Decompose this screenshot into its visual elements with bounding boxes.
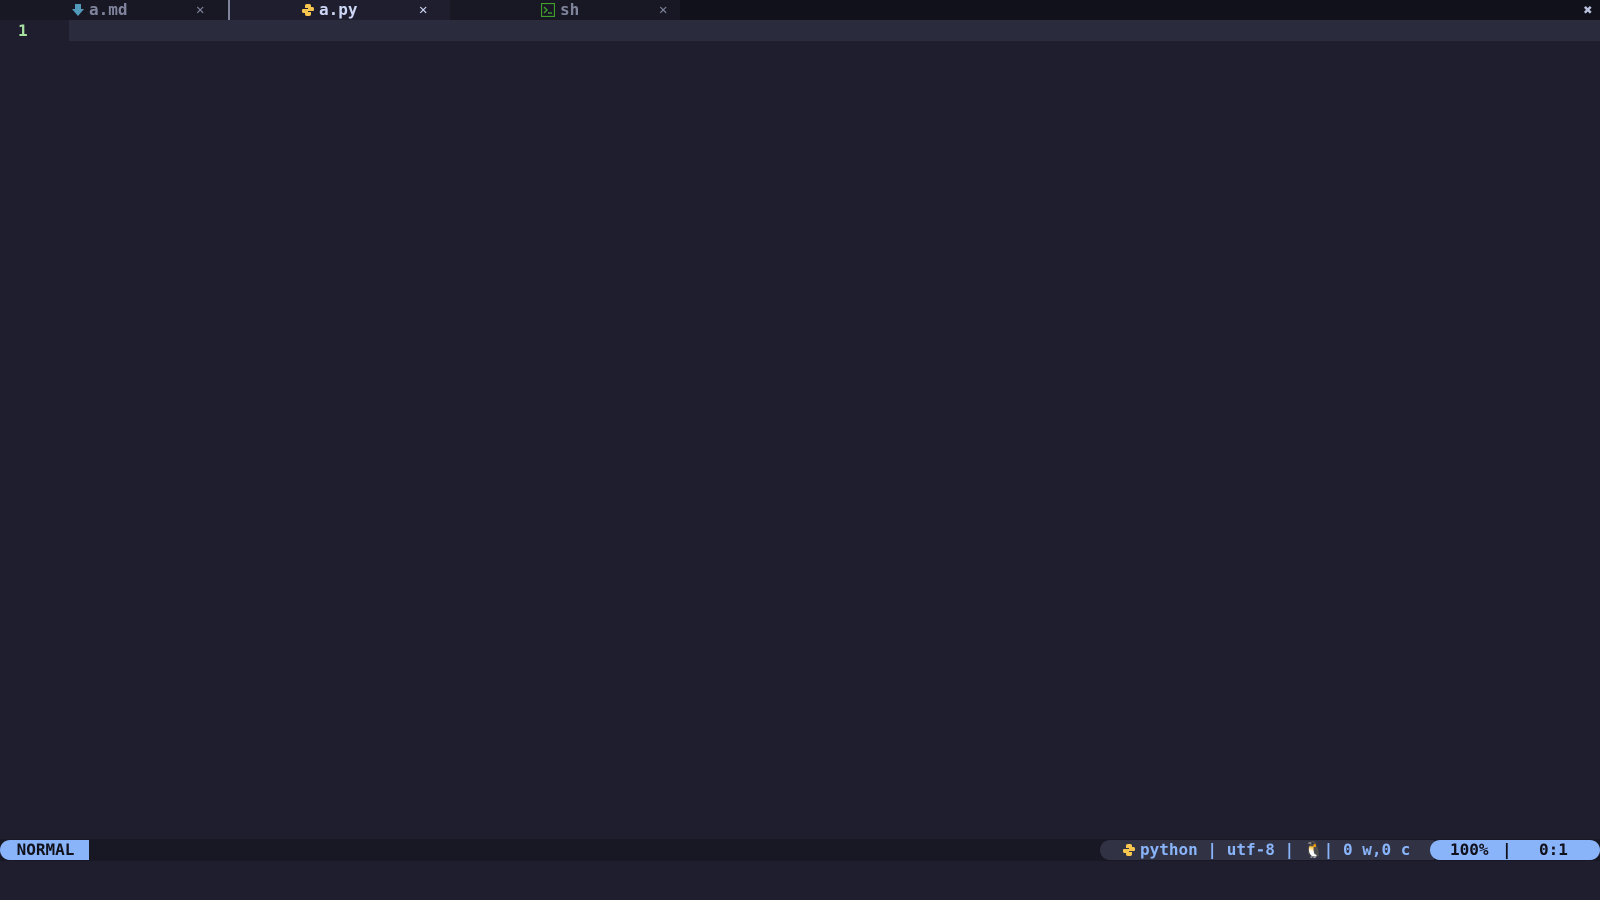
file-info-text: python | utf-8 | 🐧| 0 w,0 c: [1140, 840, 1411, 859]
tab-label: a.md: [89, 0, 128, 19]
scroll-percent: 100%: [1450, 840, 1489, 859]
close-all-tabs-button[interactable]: ✖: [1580, 0, 1596, 20]
python-icon: [302, 4, 314, 16]
statusline: NORMAL python | utf-8 | 🐧| 0 w,0 c 100% …: [0, 839, 1600, 861]
close-icon[interactable]: ✕: [659, 0, 667, 20]
tab-label: sh: [560, 0, 580, 19]
command-line[interactable]: [0, 861, 1600, 900]
close-icon[interactable]: ✕: [196, 0, 204, 20]
close-icon[interactable]: ✕: [419, 0, 427, 20]
tab-sh[interactable]: sh ✕: [450, 0, 680, 20]
cursor-line: [69, 20, 1600, 41]
tab-separator: [228, 0, 230, 20]
python-icon: [1123, 844, 1135, 856]
neovim-window: a.md ✕ a.py ✕ sh ✕ ✖ 1 NORMAL python | u…: [0, 0, 1600, 900]
tab-label: a.py: [319, 0, 358, 19]
markdown-icon: [72, 4, 84, 16]
position-separator: |: [1502, 840, 1512, 859]
terminal-icon: [541, 3, 555, 17]
position-segment: 100% | 0:1: [1430, 840, 1600, 860]
tabline: a.md ✕ a.py ✕ sh ✕ ✖: [0, 0, 1600, 20]
line-number: 1: [18, 21, 28, 40]
tab-a-md[interactable]: a.md ✕: [0, 0, 228, 20]
editor-area[interactable]: 1: [0, 20, 1600, 839]
tab-a-py[interactable]: a.py ✕: [228, 0, 450, 20]
cursor-position: 0:1: [1539, 840, 1568, 859]
file-info-segment: python | utf-8 | 🐧| 0 w,0 c: [1100, 840, 1434, 860]
mode-indicator: NORMAL: [0, 840, 89, 860]
